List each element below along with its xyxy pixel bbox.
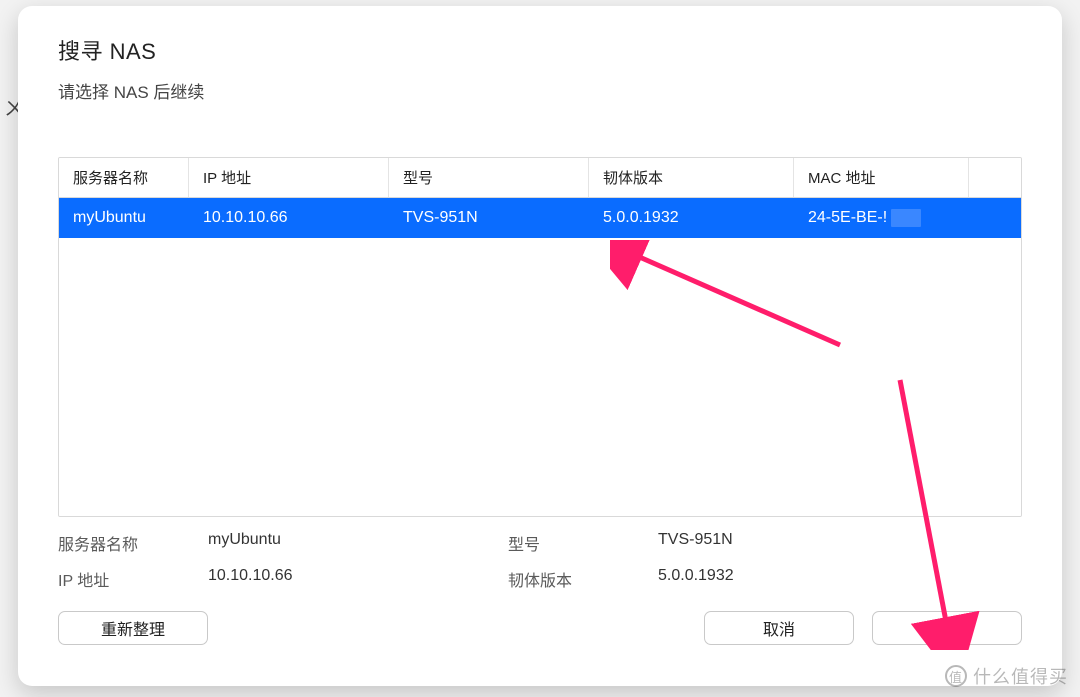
watermark-logo-icon: 值 — [945, 665, 967, 687]
detail-model-label: 型号 — [508, 531, 658, 555]
cell-ip: 10.10.10.66 — [189, 198, 389, 238]
cell-mac: 24-5E-BE-! — [794, 198, 969, 238]
refresh-button[interactable]: 重新整理 — [58, 611, 208, 645]
watermark: 值 什么值得买 — [945, 663, 1068, 689]
detail-model-value: TVS-951N — [658, 531, 908, 555]
cell-model: TVS-951N — [389, 198, 589, 238]
col-ip[interactable]: IP 地址 — [189, 158, 389, 197]
cell-firmware: 5.0.0.1932 — [589, 198, 794, 238]
table-body: myUbuntu 10.10.10.66 TVS-951N 5.0.0.1932… — [59, 198, 1021, 516]
cell-spacer — [969, 198, 1021, 238]
search-nas-dialog: 搜寻 NAS 请选择 NAS 后继续 服务器名称 IP 地址 型号 韧体版本 M… — [18, 6, 1062, 686]
detail-ip-label: IP 地址 — [58, 567, 208, 591]
col-mac[interactable]: MAC 地址 — [794, 158, 969, 197]
select-button[interactable]: 选择 — [872, 611, 1022, 645]
col-server-name[interactable]: 服务器名称 — [59, 158, 189, 197]
dialog-title: 搜寻 NAS — [58, 34, 1022, 66]
col-spacer — [969, 158, 1021, 197]
dialog-buttons: 重新整理 取消 选择 — [58, 611, 1022, 645]
table-header-row: 服务器名称 IP 地址 型号 韧体版本 MAC 地址 — [59, 158, 1021, 198]
detail-ip-value: 10.10.10.66 — [208, 567, 508, 591]
mac-redaction — [891, 209, 921, 227]
col-firmware[interactable]: 韧体版本 — [589, 158, 794, 197]
detail-server-name-value: myUbuntu — [208, 531, 508, 555]
nas-table: 服务器名称 IP 地址 型号 韧体版本 MAC 地址 myUbuntu 10.1… — [58, 157, 1022, 517]
col-model[interactable]: 型号 — [389, 158, 589, 197]
cell-mac-text: 24-5E-BE-! — [808, 209, 887, 227]
cancel-button[interactable]: 取消 — [704, 611, 854, 645]
table-row[interactable]: myUbuntu 10.10.10.66 TVS-951N 5.0.0.1932… — [59, 198, 1021, 238]
detail-firmware-value: 5.0.0.1932 — [658, 567, 908, 591]
details-grid: 服务器名称 myUbuntu 型号 TVS-951N IP 地址 10.10.1… — [58, 531, 1022, 591]
watermark-text: 什么值得买 — [973, 663, 1068, 689]
cell-server-name: myUbuntu — [59, 198, 189, 238]
detail-server-name-label: 服务器名称 — [58, 531, 208, 555]
dialog-subtitle: 请选择 NAS 后继续 — [58, 78, 1022, 103]
detail-firmware-label: 韧体版本 — [508, 567, 658, 591]
